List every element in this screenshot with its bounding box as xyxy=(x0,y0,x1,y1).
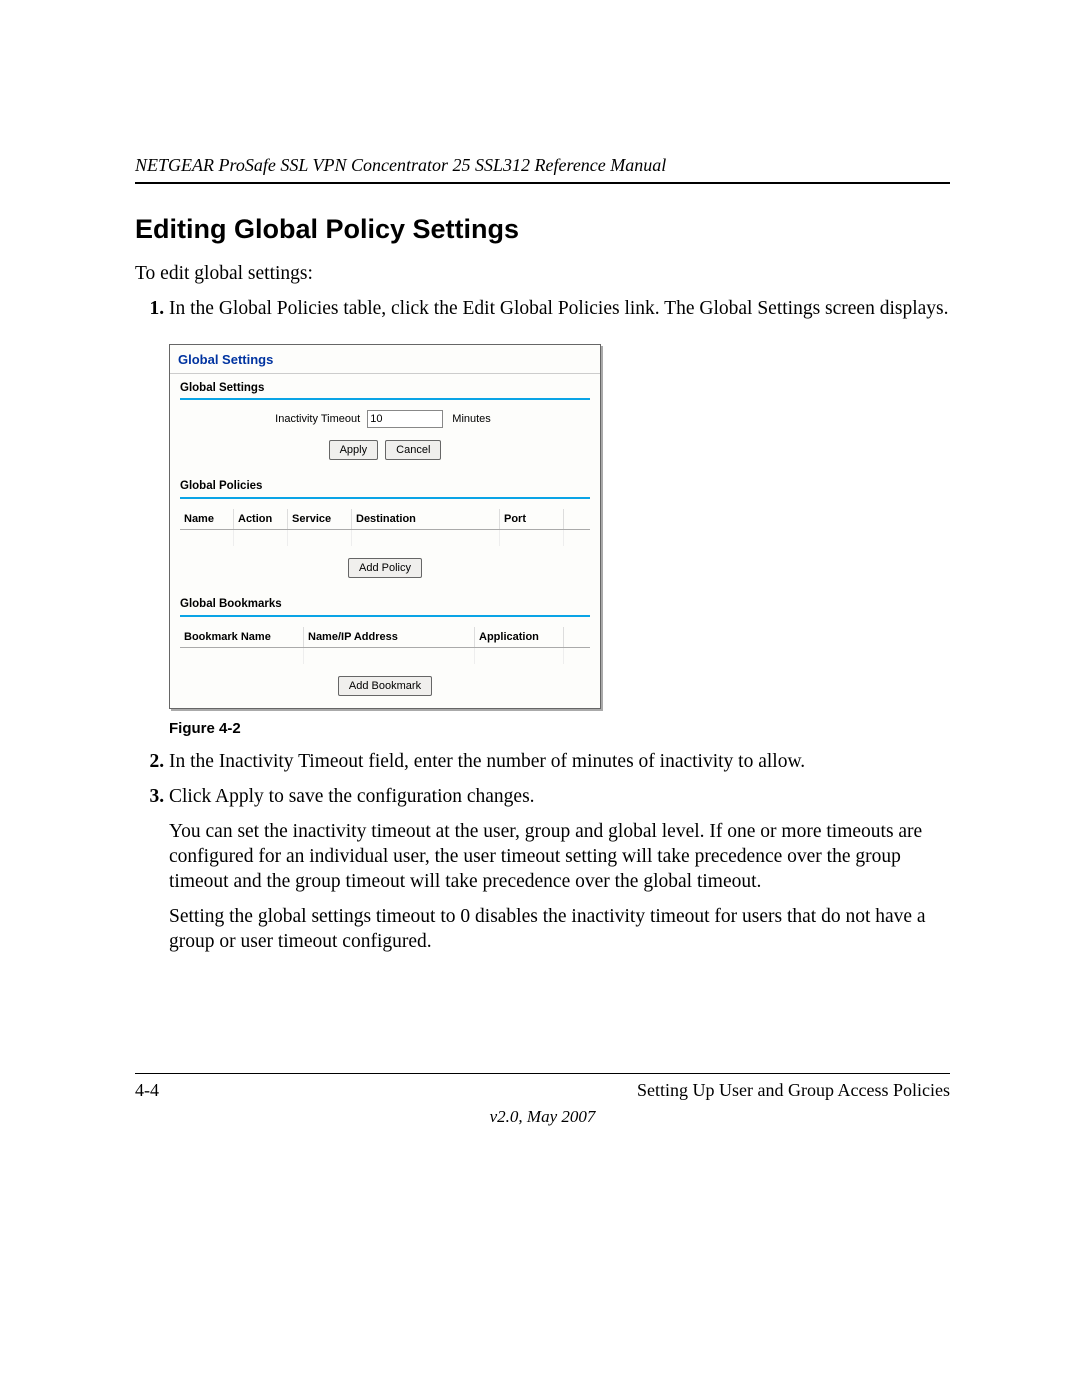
step-2: In the Inactivity Timeout field, enter t… xyxy=(169,750,950,775)
global-policies-header: Global Policies xyxy=(180,479,590,499)
global-settings-panel: Global Settings Global Settings Inactivi… xyxy=(169,344,601,709)
col-spacer xyxy=(564,627,591,648)
step-3-text: Click Apply to save the configuration ch… xyxy=(169,786,535,807)
section-heading: Editing Global Policy Settings xyxy=(135,214,950,245)
col-spacer xyxy=(564,509,591,530)
page-footer: 4-4 Setting Up User and Group Access Pol… xyxy=(135,1073,950,1127)
running-header: NETGEAR ProSafe SSL VPN Concentrator 25 … xyxy=(135,155,950,176)
add-bookmark-button[interactable]: Add Bookmark xyxy=(338,676,432,696)
panel-title: Global Settings xyxy=(170,345,600,374)
cancel-button[interactable]: Cancel xyxy=(385,440,441,460)
step-1-text: In the Global Policies table, click the … xyxy=(169,298,949,319)
step-3-para-1: You can set the inactivity timeout at th… xyxy=(169,820,950,895)
global-bookmarks-header: Global Bookmarks xyxy=(180,597,590,617)
apply-button[interactable]: Apply xyxy=(329,440,379,460)
col-name: Name xyxy=(180,509,234,530)
inactivity-timeout-input[interactable] xyxy=(367,410,443,428)
col-port: Port xyxy=(500,509,564,530)
intro-text: To edit global settings: xyxy=(135,263,950,285)
step-2-text: In the Inactivity Timeout field, enter t… xyxy=(169,751,805,772)
col-service: Service xyxy=(288,509,352,530)
inactivity-timeout-label: Inactivity Timeout xyxy=(275,413,360,425)
table-row xyxy=(180,647,590,664)
global-settings-header: Global Settings xyxy=(180,381,590,401)
footer-rule xyxy=(135,1073,950,1074)
global-policies-table: Name Action Service Destination Port xyxy=(180,509,590,546)
timeout-unit-label: Minutes xyxy=(452,413,491,425)
step-3-para-2: Setting the global settings timeout to 0… xyxy=(169,905,950,955)
chapter-title: Setting Up User and Group Access Policie… xyxy=(637,1080,950,1101)
table-row xyxy=(180,530,590,547)
col-name-ip: Name/IP Address xyxy=(304,627,475,648)
step-1: In the Global Policies table, click the … xyxy=(169,297,950,738)
add-policy-button[interactable]: Add Policy xyxy=(348,558,422,578)
col-destination: Destination xyxy=(352,509,500,530)
col-bookmark-name: Bookmark Name xyxy=(180,627,304,648)
col-action: Action xyxy=(234,509,288,530)
global-bookmarks-table: Bookmark Name Name/IP Address Applicatio… xyxy=(180,627,590,664)
step-3: Click Apply to save the configuration ch… xyxy=(169,785,950,955)
header-rule xyxy=(135,182,950,184)
col-application: Application xyxy=(475,627,564,648)
page-number: 4-4 xyxy=(135,1080,159,1101)
doc-version: v2.0, May 2007 xyxy=(135,1107,950,1127)
figure-caption: Figure 4-2 xyxy=(169,719,950,738)
